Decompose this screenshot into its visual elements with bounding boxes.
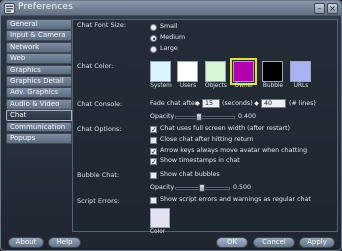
console-opacity-slider[interactable] xyxy=(175,116,235,119)
chat-console-label: Chat Console: xyxy=(77,100,123,108)
help-button[interactable]: Help xyxy=(48,237,81,248)
script-errors-checkbox[interactable] xyxy=(150,197,157,204)
owner-color-label: Owner xyxy=(234,83,254,89)
tab-web[interactable]: Web xyxy=(6,53,72,64)
max-lines-input[interactable]: 40 xyxy=(261,99,286,108)
system-color-label: System xyxy=(150,83,172,89)
fade-seconds-unit: (seconds) xyxy=(222,100,253,107)
font-size-medium-label: Medium xyxy=(160,34,186,41)
objects-color-swatch[interactable] xyxy=(205,61,226,82)
timestamps-label: Show timestamps in chat xyxy=(160,157,240,164)
chat-color-label: Chat Color: xyxy=(77,62,114,70)
tab-audio-video[interactable]: Audio & Video xyxy=(6,98,72,110)
bubble-color-swatch[interactable] xyxy=(262,61,283,82)
arrow-keys-checkbox[interactable]: ✓ xyxy=(150,148,157,156)
fade-chat-label: Fade chat after xyxy=(150,100,198,107)
tab-popups[interactable]: Popups xyxy=(6,132,72,144)
apply-button[interactable]: Apply xyxy=(299,237,335,248)
bubble-opacity-value: 0.500 xyxy=(233,184,252,191)
script-error-color-label: Color xyxy=(150,229,166,235)
lines-stepper-arrow-icon[interactable]: ◆ xyxy=(253,99,260,108)
tab-graphics-detail[interactable]: Graphics Detail xyxy=(6,75,72,87)
tab-general[interactable]: General xyxy=(6,19,72,30)
tab-chat[interactable]: Chat xyxy=(6,110,72,121)
users-color-label: Users xyxy=(179,83,197,89)
full-width-label: Chat uses full screen width (after resta… xyxy=(160,125,290,132)
chat-font-size-label: Chat Font Size: xyxy=(77,21,127,29)
arrow-keys-label: Arrow keys always move avatar when chatt… xyxy=(160,147,308,154)
objects-color-label: Objects xyxy=(205,83,227,89)
show-bubbles-label: Show chat bubbles xyxy=(160,171,220,178)
full-width-checkbox[interactable]: ✓ xyxy=(150,126,157,134)
script-errors-checkbox-label: Show script errors and warnings as regul… xyxy=(160,196,311,203)
urls-color-label: URLs xyxy=(293,83,309,89)
tab-graphics[interactable]: Graphics xyxy=(6,64,72,76)
font-size-small-radio[interactable] xyxy=(150,24,157,31)
preferences-icon xyxy=(4,3,15,14)
script-error-color-swatch[interactable] xyxy=(150,208,170,228)
preferences-window: Preferences – × General Input & Camera N… xyxy=(0,0,342,251)
ok-button[interactable]: OK xyxy=(216,237,248,248)
minimize-button[interactable]: – xyxy=(314,3,325,14)
tab-communication[interactable]: Communication xyxy=(6,121,72,133)
tab-adv-graphics[interactable]: Adv. Graphics xyxy=(6,87,72,99)
font-size-small-label: Small xyxy=(160,23,178,30)
console-opacity-value: 0.400 xyxy=(238,113,257,120)
font-size-medium-radio[interactable] xyxy=(150,35,157,42)
users-color-swatch[interactable] xyxy=(177,61,198,82)
timestamps-checkbox[interactable]: ✓ xyxy=(150,158,157,166)
sidebar-tabs: General Input & Camera Network Web Graph… xyxy=(6,19,72,144)
max-lines-unit: (# lines) xyxy=(289,100,316,107)
window-title: Preferences xyxy=(18,2,74,12)
console-opacity-label: Opacity xyxy=(150,113,175,120)
bubble-opacity-label: Opacity xyxy=(150,184,175,191)
about-button[interactable]: About xyxy=(8,237,44,248)
tab-network[interactable]: Network xyxy=(6,41,72,53)
close-button[interactable]: × xyxy=(327,3,338,14)
font-size-large-label: Large xyxy=(160,45,178,52)
close-on-return-checkbox[interactable] xyxy=(150,137,157,144)
script-errors-label: Script Errors: xyxy=(77,197,120,205)
tab-input-camera[interactable]: Input & Camera xyxy=(6,30,72,42)
bubble-opacity-knob[interactable] xyxy=(199,184,205,192)
show-bubbles-checkbox[interactable] xyxy=(150,172,157,179)
chat-options-label: Chat Options: xyxy=(77,125,122,133)
urls-color-swatch[interactable] xyxy=(290,61,311,82)
close-on-return-label: Close chat after hitting return xyxy=(160,136,254,143)
font-size-large-radio[interactable] xyxy=(150,46,157,53)
title-bar[interactable]: Preferences – × xyxy=(1,1,341,16)
fade-stepper-arrow-icon[interactable]: ◆ xyxy=(194,99,201,108)
console-opacity-knob[interactable] xyxy=(196,113,202,121)
system-color-swatch[interactable] xyxy=(150,61,171,82)
close-icon: × xyxy=(329,4,336,13)
owner-color-swatch[interactable] xyxy=(230,58,257,85)
cancel-button[interactable]: Cancel xyxy=(253,237,295,248)
fade-seconds-input[interactable]: 15 xyxy=(202,99,220,108)
bubble-chat-label: Bubble Chat: xyxy=(77,171,120,179)
bubble-color-label: Bubble xyxy=(262,83,284,89)
minimize-icon: – xyxy=(317,4,322,13)
